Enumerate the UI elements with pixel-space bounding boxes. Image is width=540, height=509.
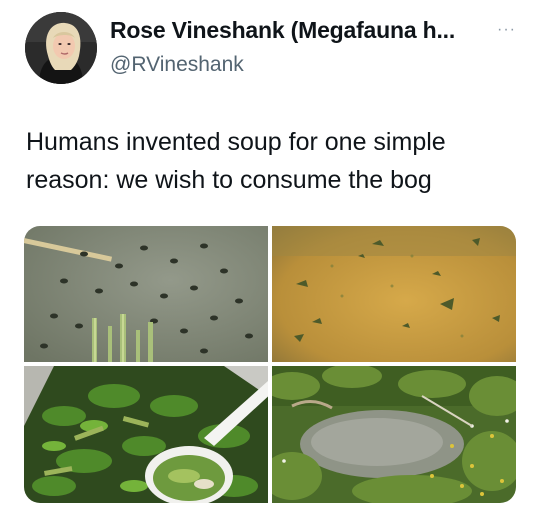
media-image-bog-pond[interactable] — [272, 366, 516, 503]
media-image-tadpole-water[interactable] — [24, 226, 268, 362]
author-avatar[interactable] — [25, 12, 97, 84]
author-handle[interactable]: @RVineshank — [110, 53, 244, 77]
tweet-text: Humans invented soup for one simple reas… — [26, 128, 446, 194]
avatar-photo — [25, 12, 97, 84]
more-options-icon[interactable]: ··· — [497, 21, 516, 39]
media-image-yellow-broth[interactable] — [272, 226, 516, 362]
tweet-media-grid — [24, 226, 516, 503]
author-display-name[interactable]: Rose Vineshank (Megafauna h... — [110, 17, 455, 44]
media-image-green-soup[interactable] — [24, 366, 268, 503]
tweet-header: Rose Vineshank (Megafauna h... @RVinesha… — [0, 0, 540, 100]
